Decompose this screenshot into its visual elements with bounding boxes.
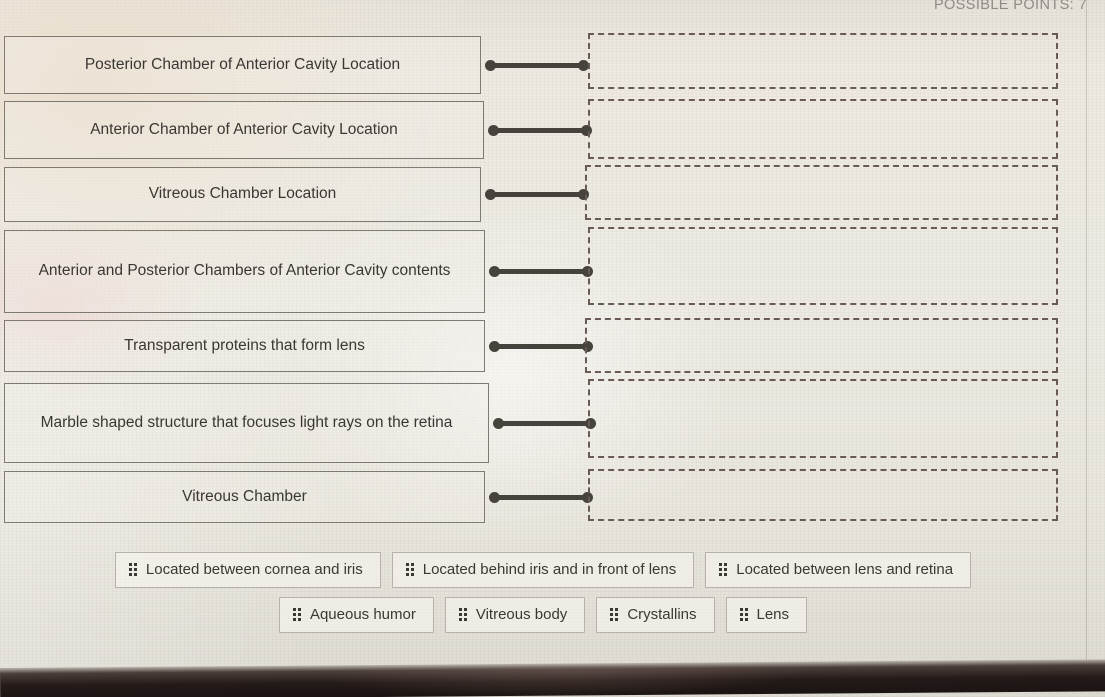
drag-handle-icon[interactable]: [128, 563, 137, 576]
connector-bar: [493, 343, 589, 349]
answer-chip-label: Aqueous humor: [309, 606, 416, 623]
term-label: Marble shaped structure that focuses lig…: [40, 413, 453, 431]
term-label: Vitreous Chamber Location: [148, 185, 337, 203]
answer-chip[interactable]: Aqueous humor: [278, 597, 434, 633]
connector-dot-left: [489, 266, 500, 277]
answer-chip[interactable]: Located between lens and retina: [705, 552, 972, 588]
connector-bar: [492, 127, 588, 133]
connector-bar: [493, 269, 589, 274]
drag-handle-icon[interactable]: [405, 563, 414, 576]
drag-handle-icon[interactable]: [719, 563, 728, 576]
connector-line: [488, 121, 592, 139]
connector-line: [489, 263, 593, 281]
connector-dot-left: [489, 340, 500, 352]
answer-dropzone[interactable]: [588, 33, 1058, 89]
connector-dot-left: [493, 417, 504, 429]
term-label: Vitreous Chamber: [182, 487, 307, 505]
drag-handle-icon[interactable]: [458, 608, 467, 621]
connector-dot-left: [485, 59, 496, 71]
answer-dropzone[interactable]: [585, 318, 1058, 373]
term-box: Anterior and Posterior Chambers of Anter…: [4, 230, 485, 313]
answer-bank: Located between cornea and iris Located b…: [0, 552, 1086, 633]
answer-chip-label: Lens: [756, 606, 790, 623]
connector-line: [493, 414, 596, 432]
answer-chip[interactable]: Crystallins: [596, 597, 715, 633]
term-label: Posterior Chamber of Anterior Cavity Loc…: [84, 55, 401, 73]
connector-bar: [497, 420, 592, 426]
connector-line: [489, 488, 593, 506]
term-box: Marble shaped structure that focuses lig…: [4, 383, 489, 463]
term-box: Vitreous Chamber Location: [4, 167, 481, 222]
connector-line: [485, 56, 589, 74]
connector-dot-left: [488, 124, 499, 136]
term-label: Anterior Chamber of Anterior Cavity Loca…: [90, 120, 398, 138]
term-box: Posterior Chamber of Anterior Cavity Loc…: [4, 36, 481, 94]
answer-chip-label: Located behind iris and in front of lens: [422, 561, 677, 578]
term-label: Anterior and Posterior Chambers of Anter…: [38, 262, 451, 280]
answer-chip[interactable]: Located between cornea and iris: [114, 552, 381, 588]
term-box: Transparent proteins that form lens: [4, 320, 485, 372]
answer-chip[interactable]: Vitreous body: [444, 597, 586, 633]
answer-chip-label: Vitreous body: [475, 606, 568, 623]
connector-bar: [489, 62, 585, 68]
answer-dropzone[interactable]: [588, 99, 1058, 159]
drag-handle-icon[interactable]: [739, 608, 748, 621]
connector-dot-left: [485, 189, 496, 200]
connector-dot-left: [489, 491, 500, 503]
answer-dropzone[interactable]: [585, 165, 1058, 220]
answer-dropzone[interactable]: [588, 379, 1058, 458]
answer-chip-label: Located between cornea and iris: [145, 561, 363, 578]
connector-bar: [489, 192, 585, 197]
connector-line: [485, 186, 589, 204]
connector-bar: [493, 494, 589, 500]
answer-dropzone[interactable]: [588, 469, 1058, 521]
matching-question-area: Posterior Chamber of Anterior Cavity Loc…: [0, 0, 1105, 530]
term-box: Vitreous Chamber: [4, 471, 485, 523]
answer-bank-row: Located between cornea and iris Located b…: [114, 552, 972, 588]
answer-chip[interactable]: Located behind iris and in front of lens: [391, 552, 695, 588]
answer-bank-row: Aqueous humor Vitreous body Crystallins Len…: [278, 597, 808, 633]
term-label: Transparent proteins that form lens: [124, 336, 365, 354]
term-box: Anterior Chamber of Anterior Cavity Loca…: [4, 101, 484, 159]
answer-chip-label: Located between lens and retina: [736, 561, 954, 578]
answer-chip-label: Crystallins: [627, 606, 697, 623]
answer-chip[interactable]: Lens: [725, 597, 808, 633]
drag-handle-icon[interactable]: [610, 608, 619, 621]
connector-line: [489, 337, 593, 355]
answer-dropzone[interactable]: [588, 227, 1058, 305]
drag-handle-icon[interactable]: [292, 608, 301, 621]
